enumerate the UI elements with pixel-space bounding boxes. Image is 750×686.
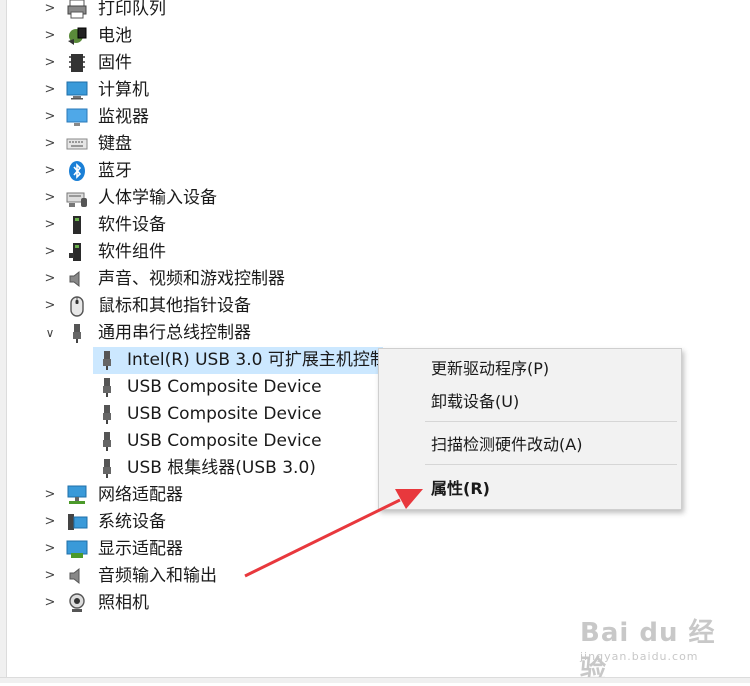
chevron-right-icon[interactable]: > — [44, 245, 56, 259]
chevron-right-icon[interactable]: > — [44, 218, 56, 232]
tree-item-label: Intel(R) USB 3.0 可扩展主机控制器 — [127, 350, 381, 370]
tree-item-label: 音频输入和输出 — [98, 566, 217, 586]
usb-plug-icon — [103, 351, 111, 370]
chevron-right-icon[interactable]: > — [44, 110, 56, 124]
tree-item-audio-io[interactable]: > 音频输入和输出 — [0, 563, 750, 590]
software-device-icon — [73, 216, 81, 234]
tree-item-label: USB Composite Device — [127, 431, 322, 451]
usb-plug-icon — [103, 459, 111, 478]
usb-plug-icon — [103, 432, 111, 451]
chevron-right-icon[interactable]: > — [44, 2, 56, 16]
tree-item-computer[interactable]: > 计算机 — [0, 77, 750, 104]
menu-item-scan-hardware[interactable]: 扫描检测硬件改动(A) — [431, 435, 582, 455]
bluetooth-icon — [69, 161, 85, 181]
tree-item-label: 显示适配器 — [98, 539, 183, 559]
tree-item-keyboard[interactable]: > 键盘 — [0, 131, 750, 158]
window-bottom-border — [0, 677, 750, 683]
tree-item-battery[interactable]: > 电池 — [0, 23, 750, 50]
tree-item-sound-video-game[interactable]: > 声音、视频和游戏控制器 — [0, 266, 750, 293]
tree-item-monitor[interactable]: > 监视器 — [0, 104, 750, 131]
battery-icon — [68, 27, 87, 45]
tree-item-label: 键盘 — [98, 134, 132, 154]
tree-item-label: USB Composite Device — [127, 404, 322, 424]
menu-item-update-driver[interactable]: 更新驱动程序(P) — [431, 359, 549, 379]
computer-monitor-icon — [66, 81, 88, 100]
software-component-icon — [69, 243, 81, 261]
chevron-right-icon[interactable]: > — [44, 272, 56, 286]
tree-item-label: 照相机 — [98, 593, 149, 613]
tree-item-label: 固件 — [98, 53, 132, 73]
tree-item-label: 电池 — [98, 26, 132, 46]
menu-item-uninstall-device[interactable]: 卸载设备(U) — [431, 392, 519, 412]
context-menu: 更新驱动程序(P) 卸载设备(U) 扫描检测硬件改动(A) 属性(R) — [378, 348, 682, 510]
watermark-logo: Bai du 经验 — [580, 618, 716, 685]
keyboard-icon — [66, 138, 88, 150]
usb-plug-icon — [103, 378, 111, 397]
tree-item-label: 软件组件 — [98, 242, 166, 262]
tree-item-label: 通用串行总线控制器 — [98, 323, 251, 343]
tree-item-label: 监视器 — [98, 107, 149, 127]
tree-item-label: 蓝牙 — [98, 161, 132, 181]
tree-item-display-adapters[interactable]: > 显示适配器 — [0, 536, 750, 563]
tree-item-software-device[interactable]: > 软件设备 — [0, 212, 750, 239]
usb-plug-icon — [103, 405, 111, 424]
chevron-right-icon[interactable]: > — [44, 488, 56, 502]
camera-icon — [69, 593, 85, 612]
network-adapter-icon — [67, 485, 87, 504]
tree-item-bluetooth[interactable]: > 蓝牙 — [0, 158, 750, 185]
hid-icon — [66, 192, 87, 207]
tree-item-label: 计算机 — [98, 80, 149, 100]
tree-item-label: USB Composite Device — [127, 377, 322, 397]
chevron-right-icon[interactable]: > — [44, 542, 56, 556]
mouse-icon — [70, 296, 84, 317]
tree-item-label: 声音、视频和游戏控制器 — [98, 269, 285, 289]
monitor-icon — [66, 108, 88, 126]
chevron-right-icon[interactable]: > — [44, 569, 56, 583]
chevron-right-icon[interactable]: > — [44, 299, 56, 313]
tree-item-label: 系统设备 — [98, 512, 166, 532]
menu-item-properties[interactable]: 属性(R) — [431, 479, 490, 499]
tree-item-system-devices[interactable]: > 系统设备 — [0, 509, 750, 536]
system-device-icon — [68, 514, 88, 530]
tree-item-software-component[interactable]: > 软件组件 — [0, 239, 750, 266]
tree-item-usb-controllers[interactable]: ∨ 通用串行总线控制器 — [0, 320, 750, 347]
chevron-right-icon[interactable]: > — [44, 137, 56, 151]
tree-item-label: USB 根集线器(USB 3.0) — [127, 458, 316, 478]
chevron-right-icon[interactable]: > — [44, 83, 56, 97]
audio-io-icon — [69, 567, 80, 585]
tree-item-firmware[interactable]: > 固件 — [0, 50, 750, 77]
printer-icon — [67, 0, 87, 19]
watermark-url: jingyan.baidu.com — [580, 650, 699, 663]
menu-separator — [425, 421, 677, 422]
menu-separator — [425, 464, 677, 465]
chevron-down-icon[interactable]: ∨ — [44, 326, 56, 340]
chevron-right-icon[interactable]: > — [44, 29, 56, 43]
tree-item-label: 打印队列 — [98, 0, 166, 19]
speaker-icon — [69, 270, 80, 288]
tree-item-label: 人体学输入设备 — [98, 188, 217, 208]
chevron-right-icon[interactable]: > — [44, 56, 56, 70]
usb-icon — [73, 324, 81, 343]
tree-item-label: 软件设备 — [98, 215, 166, 235]
chevron-right-icon[interactable]: > — [44, 515, 56, 529]
baidu-jingyan-watermark: Bai du 经验 jingyan.baidu.com — [580, 612, 720, 685]
firmware-chip-icon — [69, 54, 85, 72]
display-adapter-icon — [66, 540, 88, 558]
tree-item-hid[interactable]: > 人体学输入设备 — [0, 185, 750, 212]
tree-item-label: 网络适配器 — [98, 485, 183, 505]
tree-item-mouse[interactable]: > 鼠标和其他指针设备 — [0, 293, 750, 320]
tree-item-label: 鼠标和其他指针设备 — [98, 296, 251, 316]
chevron-right-icon[interactable]: > — [44, 164, 56, 178]
chevron-right-icon[interactable]: > — [44, 596, 56, 610]
tree-item-print-queue[interactable]: > 打印队列 — [0, 0, 750, 23]
chevron-right-icon[interactable]: > — [44, 191, 56, 205]
